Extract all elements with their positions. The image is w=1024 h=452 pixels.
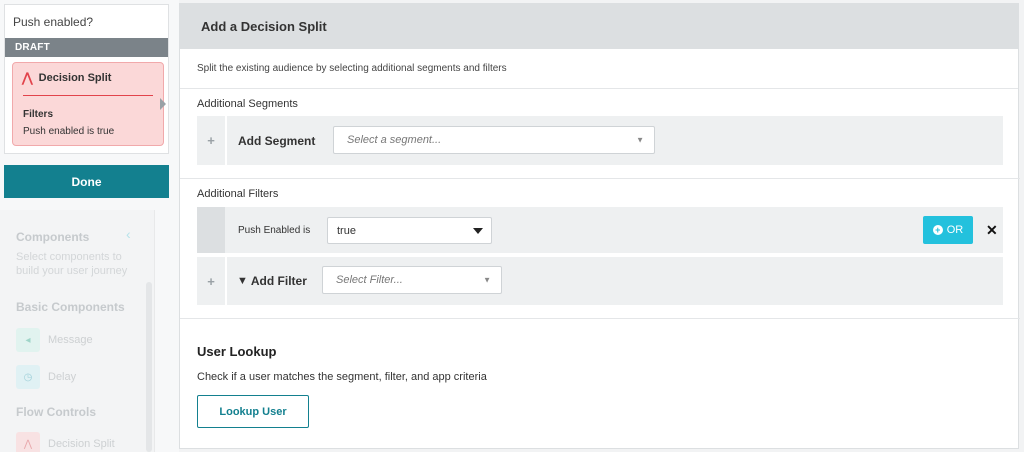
add-filter-label: ▼ Add Filter [237,257,307,305]
card-divider [23,95,153,96]
split-icon: ⋀ [16,432,40,452]
filter-row: Push Enabled is true + OR ✕ [197,207,1003,253]
component-label: Message [48,334,93,346]
plus-icon[interactable]: + [197,257,225,305]
connector-arrow-icon [160,98,166,110]
or-label: OR [946,224,964,236]
draft-badge: DRAFT [5,38,168,57]
component-message[interactable]: ◂ Message [16,328,93,352]
lookup-user-button[interactable]: Lookup User [197,395,309,428]
section-divider [180,318,1020,319]
component-delay[interactable]: ◷ Delay [16,365,76,389]
done-button[interactable]: Done [4,165,169,198]
components-title: Components [16,230,90,244]
decision-split-title: Decision Split [38,72,112,84]
flow-controls-heading: Flow Controls [16,405,96,419]
caret-down-icon: ▼ [483,275,491,285]
plus-circle-icon: + [932,225,943,235]
row-divider [225,116,227,165]
modal-description: Split the existing audience by selecting… [180,49,1018,89]
decision-split-modal: Add a Decision Split Split the existing … [179,3,1020,449]
caret-down-icon [473,227,483,234]
user-lookup-description: Check if a user matches the segment, fil… [197,371,487,383]
add-filter-text: Add Filter [250,274,307,288]
clock-icon: ◷ [16,365,40,389]
decision-split-card[interactable]: ⋀ Decision Split Filters Push enabled is… [12,62,164,146]
modal-title: Add a Decision Split [180,4,1018,49]
segment-select-placeholder: Select a segment... [347,134,442,146]
add-segment-row: + Add Segment Select a segment... ▼ [197,116,1003,165]
components-sidebar: Components ‹ Select components to build … [0,210,155,452]
component-decision-split[interactable]: ⋀ Decision Split [16,432,115,452]
filter-value: true [337,224,356,237]
basic-components-heading: Basic Components [16,300,125,314]
chevron-left-icon[interactable]: ‹ [126,226,131,242]
row-divider [225,257,227,305]
add-filter-row: + ▼ Add Filter Select Filter... ▼ [197,257,1003,305]
filter-select-placeholder: Select Filter... [336,274,403,286]
additional-filters-heading: Additional Filters [197,188,279,200]
filter-summary: Push enabled is true [23,126,115,137]
section-divider [180,178,1020,179]
user-lookup-heading: User Lookup [197,344,277,359]
component-label: Decision Split [48,438,115,450]
filter-name: Push Enabled is [238,224,311,236]
filter-value-select[interactable]: true [327,217,492,244]
split-icon: ⋀ [22,70,33,85]
or-button[interactable]: + OR [923,216,973,244]
sidebar-scrollbar[interactable] [146,282,152,452]
close-icon[interactable]: ✕ [986,207,998,253]
filter-icon: ▼ [237,275,248,287]
node-title: Push enabled? [13,14,94,29]
message-icon: ◂ [16,328,40,352]
add-segment-label: Add Segment [238,133,316,148]
components-subtitle: Select components to build your user jou… [16,251,128,277]
caret-down-icon: ▼ [636,135,644,145]
filter-select[interactable]: Select Filter... ▼ [322,266,502,294]
filter-row-handle [197,207,225,253]
component-label: Delay [48,371,77,383]
filters-label: Filters [23,109,54,120]
plus-icon[interactable]: + [197,116,225,165]
segment-select[interactable]: Select a segment... ▼ [333,126,655,154]
additional-segments-heading: Additional Segments [197,98,298,110]
journey-node: Push enabled? DRAFT ⋀ Decision Split Fil… [4,4,169,154]
